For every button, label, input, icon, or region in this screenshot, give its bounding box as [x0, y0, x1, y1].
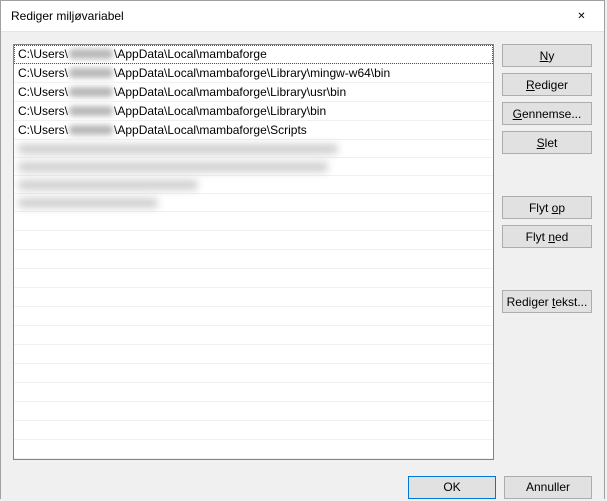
dialog-footer: OK Annuller [13, 460, 592, 501]
list-item-redacted[interactable] [14, 176, 493, 194]
empty-row [14, 250, 493, 269]
close-button[interactable]: ✕ [559, 1, 604, 31]
dialog-body: C:\Users\\AppData\Local\mambaforgeC:\Use… [1, 32, 604, 501]
path-suffix: \AppData\Local\mambaforge\Library\bin [114, 104, 326, 118]
empty-row [14, 231, 493, 250]
list-item[interactable]: C:\Users\ \AppData\Local\mambaforge [14, 45, 493, 64]
list-item-redacted[interactable] [14, 194, 493, 212]
delete-button[interactable]: Slet [502, 131, 592, 154]
redacted-segment [18, 180, 198, 190]
empty-row [14, 269, 493, 288]
path-suffix: \AppData\Local\mambaforge\Scripts [114, 123, 307, 137]
close-icon: ✕ [577, 11, 585, 22]
empty-row [14, 288, 493, 307]
move-down-button[interactable]: Flyt ned [502, 225, 592, 248]
empty-row [14, 383, 493, 402]
list-item[interactable]: C:\Users\ \AppData\Local\mambaforge\Libra… [14, 83, 493, 102]
edit-text-button[interactable]: Rediger tekst... [502, 290, 592, 313]
redacted-segment [18, 198, 158, 208]
spacer [502, 160, 592, 190]
redacted-segment [69, 125, 113, 135]
path-suffix: \AppData\Local\mambaforge\Library\mingw-… [114, 66, 390, 80]
browse-button[interactable]: Gennemse... [502, 102, 592, 125]
empty-row [14, 364, 493, 383]
empty-row [14, 307, 493, 326]
redacted-segment [69, 87, 113, 97]
empty-row [14, 402, 493, 421]
list-item-redacted[interactable] [14, 158, 493, 176]
path-prefix: C:\Users\ [18, 104, 68, 118]
path-suffix: \AppData\Local\mambaforge [114, 47, 267, 61]
path-prefix: C:\Users\ [18, 85, 68, 99]
empty-row [14, 326, 493, 345]
list-item[interactable]: C:\Users\ \AppData\Local\mambaforge\Libra… [14, 64, 493, 83]
path-prefix: C:\Users\ [18, 123, 68, 137]
redacted-segment [69, 106, 113, 116]
path-prefix: C:\Users\ [18, 66, 68, 80]
edit-button[interactable]: Rediger [502, 73, 592, 96]
redacted-segment [69, 68, 113, 78]
move-up-button[interactable]: Flyt op [502, 196, 592, 219]
spacer [502, 254, 592, 284]
empty-row [14, 345, 493, 364]
redacted-segment [18, 144, 338, 154]
list-item[interactable]: C:\Users\ \AppData\Local\mambaforge\Libra… [14, 102, 493, 121]
side-button-column: Ny Rediger Gennemse... Slet Flyt op Flyt… [502, 44, 592, 460]
cancel-button[interactable]: Annuller [504, 476, 592, 499]
list-item-redacted[interactable] [14, 140, 493, 158]
main-grid: C:\Users\\AppData\Local\mambaforgeC:\Use… [13, 44, 592, 460]
titlebar: Rediger miljøvariabel ✕ [1, 1, 604, 32]
list-item[interactable]: C:\Users\ \AppData\Local\mambaforge\Scrip… [14, 121, 493, 140]
window-title: Rediger miljøvariabel [1, 9, 559, 23]
new-button[interactable]: Ny [502, 44, 592, 67]
ok-button[interactable]: OK [408, 476, 496, 499]
path-list[interactable]: C:\Users\\AppData\Local\mambaforgeC:\Use… [13, 44, 494, 460]
path-suffix: \AppData\Local\mambaforge\Library\usr\bi… [114, 85, 346, 99]
redacted-segment [69, 49, 113, 59]
path-prefix: C:\Users\ [18, 47, 68, 61]
dialog-window: Rediger miljøvariabel ✕ C:\Users\ \AppDat… [0, 0, 605, 499]
redacted-segment [18, 162, 328, 172]
empty-row [14, 440, 493, 459]
empty-row [14, 421, 493, 440]
empty-row [14, 212, 493, 231]
